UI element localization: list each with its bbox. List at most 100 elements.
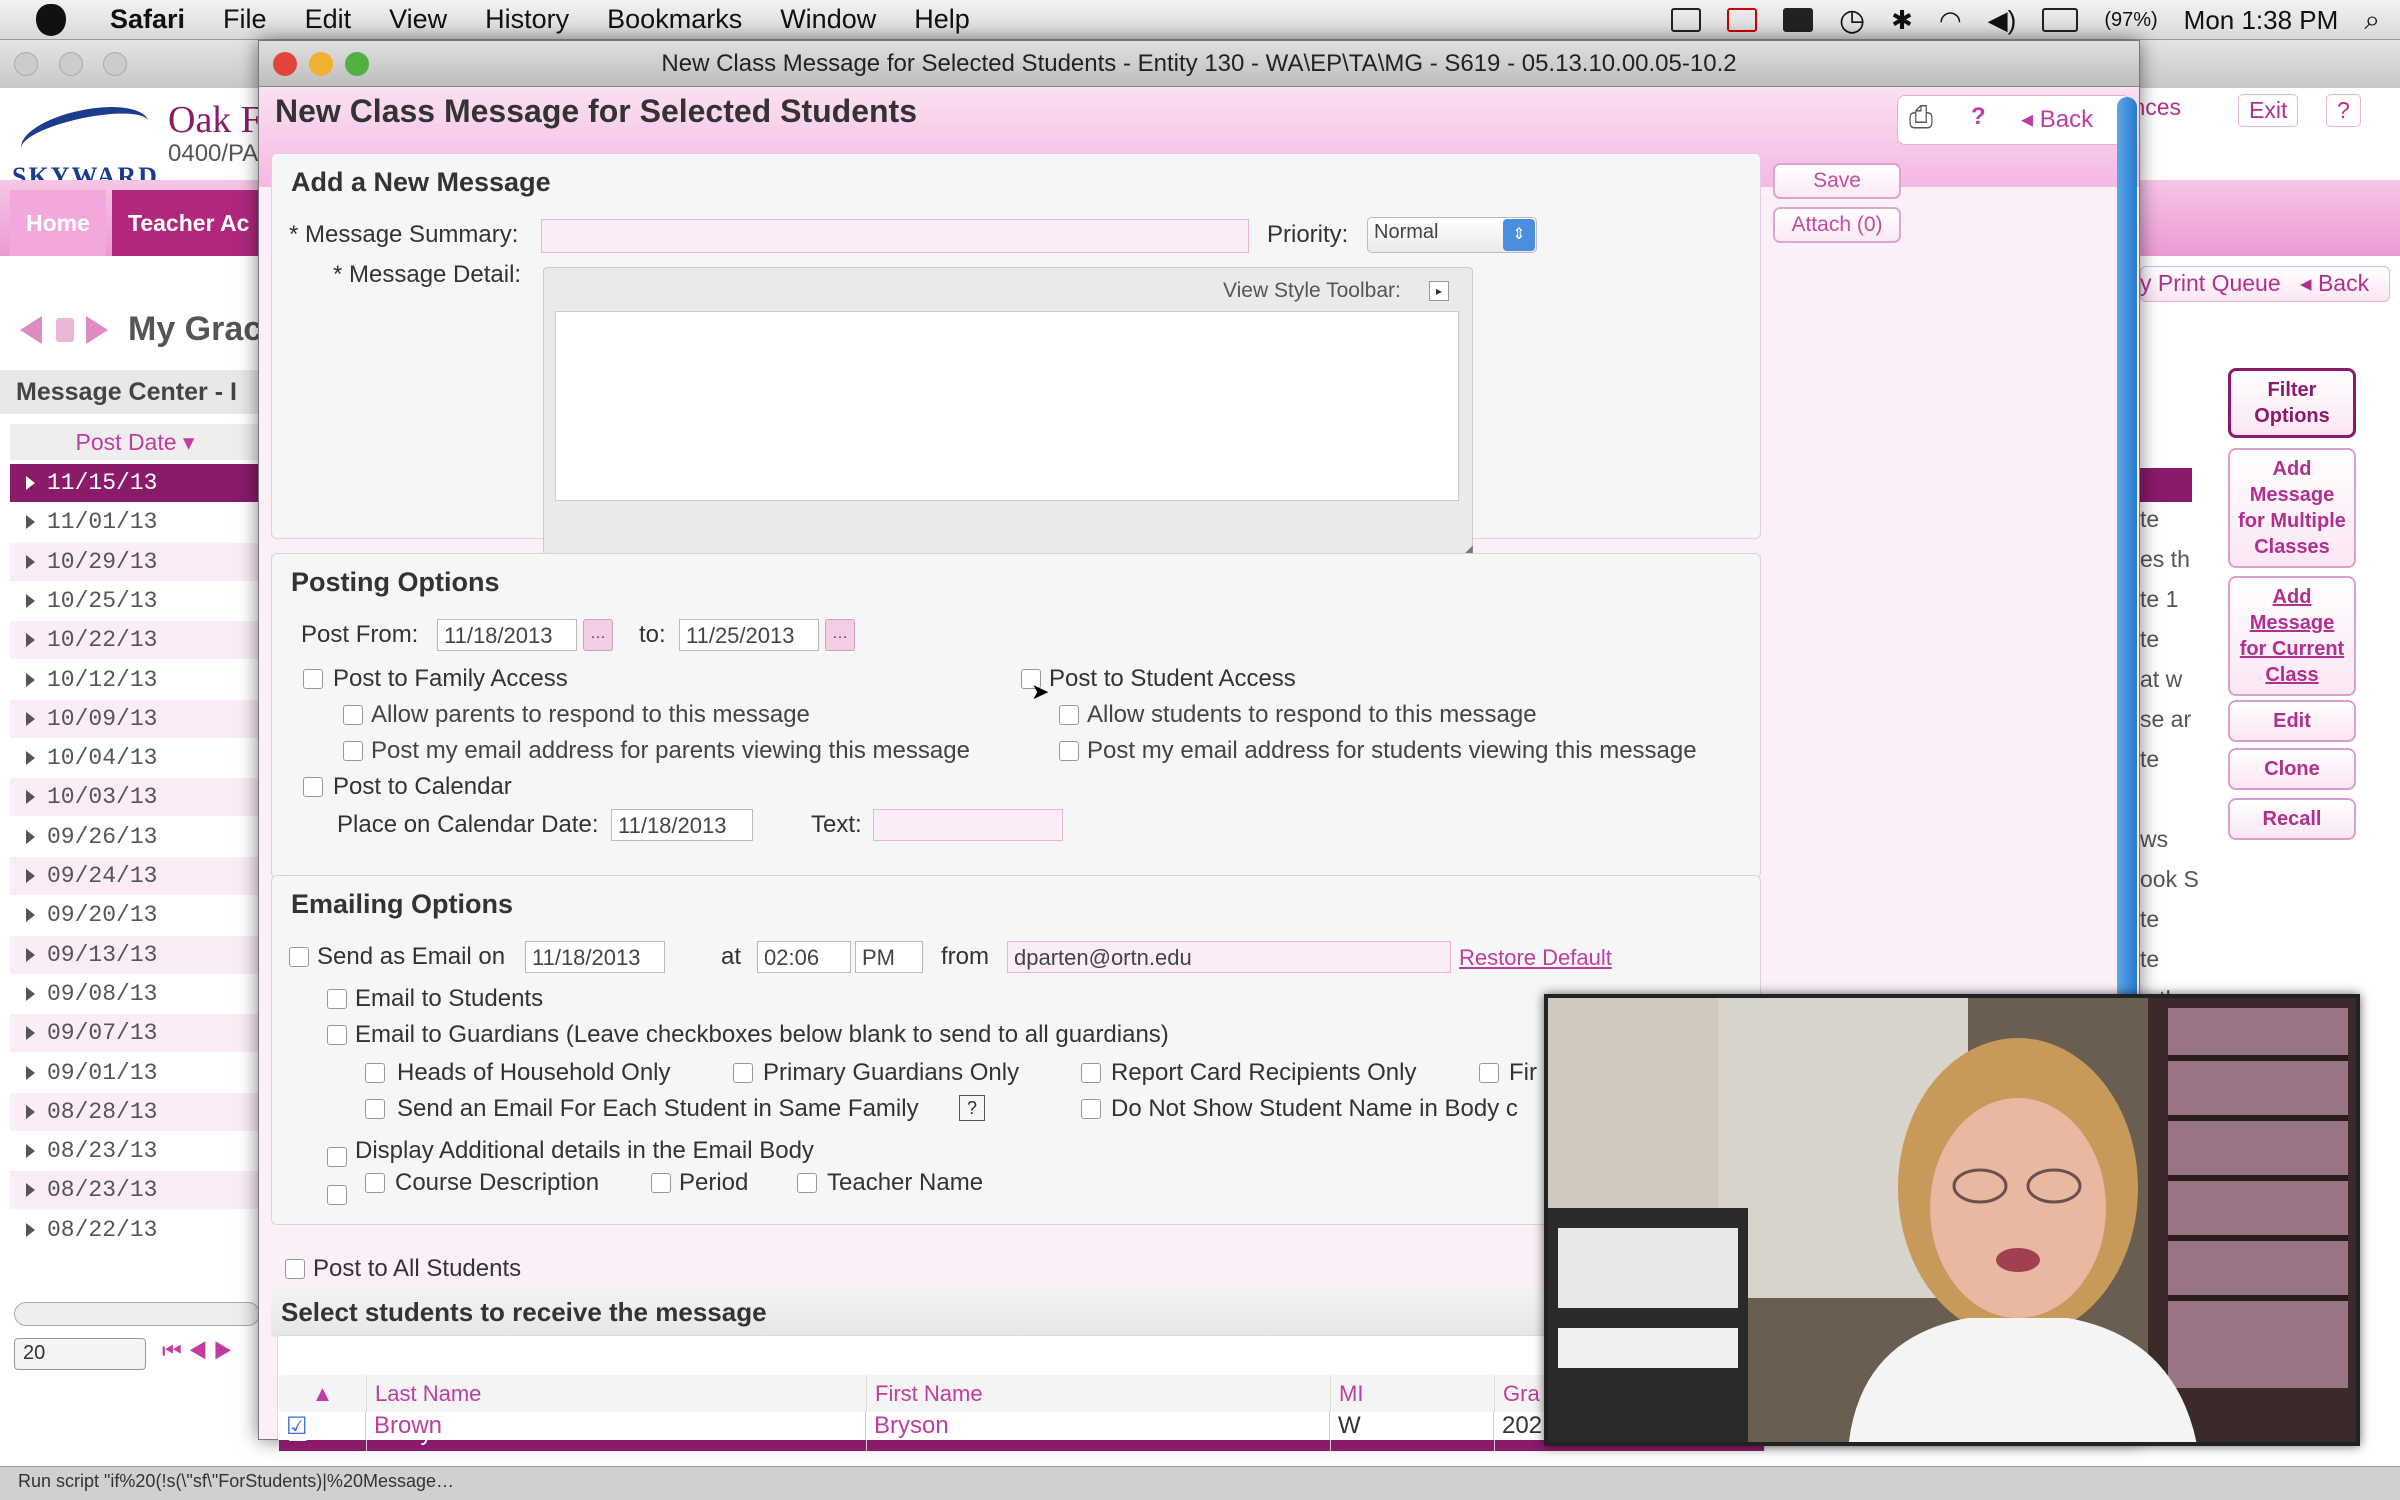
display-icon[interactable] — [1782, 8, 1813, 32]
primary-guardians-checkbox[interactable] — [733, 1063, 753, 1083]
expand-arrow-icon[interactable] — [26, 829, 35, 844]
recall-button[interactable]: Recall — [2228, 798, 2356, 840]
expand-arrow-icon[interactable] — [26, 947, 35, 962]
fir-checkbox[interactable] — [1479, 1063, 1499, 1083]
add-message-multiple-button[interactable]: Add Message for Multiple Classes — [2228, 448, 2356, 568]
exit-button[interactable]: Exit — [2238, 94, 2299, 127]
post-date-row[interactable]: 09/07/13 — [10, 1014, 260, 1053]
horizontal-scrollbar[interactable] — [14, 1302, 260, 1326]
post-date-row[interactable]: 08/22/13 — [10, 1210, 260, 1249]
edit-button[interactable]: Edit — [2228, 700, 2356, 742]
toolbar-toggle-icon[interactable]: ▸ — [1429, 281, 1449, 301]
message-summary-input[interactable] — [541, 219, 1249, 253]
menu-clock[interactable]: Mon 1:38 PM — [2184, 5, 2339, 36]
allow-parents-checkbox[interactable] — [343, 705, 363, 725]
page-size-select[interactable]: 20 — [14, 1338, 146, 1370]
menu-help[interactable]: Help — [914, 4, 970, 35]
post-date-row[interactable]: 10/29/13 — [10, 542, 260, 581]
expand-arrow-icon[interactable] — [26, 908, 35, 923]
post-date-row[interactable]: 10/22/13 — [10, 621, 260, 660]
additional-details-checkbox[interactable] — [327, 1185, 347, 1205]
bluetooth-icon[interactable]: ✱ — [1891, 5, 1913, 36]
post-date-row[interactable]: 08/28/13 — [10, 1092, 260, 1131]
expand-arrow-icon[interactable] — [26, 1104, 35, 1119]
menu-bookmarks[interactable]: Bookmarks — [607, 4, 742, 35]
menu-window[interactable]: Window — [780, 4, 876, 35]
expand-arrow-icon[interactable] — [26, 711, 35, 726]
expand-arrow-icon[interactable] — [26, 1026, 35, 1041]
email-students-checkbox[interactable] — [327, 989, 347, 1009]
pager-first-prev-icon[interactable]: ⏮◀▶ — [162, 1338, 239, 1364]
nav-tab-home[interactable]: Home — [10, 190, 106, 256]
post-date-row[interactable]: 09/01/13 — [10, 1053, 260, 1092]
grid-header-first-name[interactable]: First Name — [867, 1375, 1331, 1413]
post-date-row[interactable]: 09/13/13 — [10, 935, 260, 974]
post-date-row[interactable]: 08/23/13 — [10, 1171, 260, 1210]
home-small-icon[interactable] — [56, 318, 74, 342]
display-additional-checkbox[interactable] — [327, 1147, 347, 1167]
help-button[interactable]: ? — [2326, 94, 2361, 127]
prev-arrow-icon[interactable] — [20, 316, 42, 344]
email-guardians-checkbox[interactable] — [327, 1025, 347, 1045]
apple-menu-icon[interactable] — [36, 3, 66, 36]
dialog-close-icon[interactable] — [273, 52, 297, 76]
grid-sort-icon[interactable]: ▲ — [279, 1375, 367, 1413]
dialog-zoom-icon[interactable] — [345, 52, 369, 76]
attach-button[interactable]: Attach (0) — [1773, 207, 1901, 243]
screen-record-icon[interactable] — [1670, 8, 1701, 32]
calendar-date-input[interactable]: 11/18/2013 — [611, 809, 753, 841]
post-date-row[interactable]: 09/26/13 — [10, 817, 260, 856]
email-date-input[interactable]: 11/18/2013 — [525, 941, 665, 973]
grid-header-mi[interactable]: MI — [1331, 1375, 1495, 1413]
send-as-email-checkbox[interactable] — [289, 947, 309, 967]
close-app-icon[interactable] — [1726, 8, 1757, 32]
post-date-row[interactable]: 09/20/13 — [10, 896, 260, 935]
post-date-row[interactable]: 10/12/13 — [10, 660, 260, 699]
dialog-help-icon[interactable]: ? — [1971, 103, 1986, 131]
dialog-back-button[interactable]: ◂ Back — [2021, 105, 2093, 134]
expand-arrow-icon[interactable] — [26, 554, 35, 569]
save-button[interactable]: Save — [1773, 163, 1901, 199]
bg-minimize-icon[interactable] — [58, 52, 83, 76]
clone-button[interactable]: Clone — [2228, 748, 2356, 790]
email-time-input[interactable]: 02:06 — [757, 941, 851, 973]
expand-arrow-icon[interactable] — [26, 672, 35, 687]
priority-dropdown-icon[interactable]: ⇕ — [1503, 219, 1535, 251]
dialog-scrollbar[interactable] — [2117, 97, 2137, 1047]
next-arrow-icon[interactable] — [86, 316, 108, 344]
post-date-row[interactable]: 08/23/13 — [10, 1132, 260, 1171]
volume-icon[interactable]: ◀) — [1988, 5, 2017, 36]
period-checkbox[interactable] — [651, 1173, 671, 1193]
menu-file[interactable]: File — [223, 4, 267, 35]
time-machine-icon[interactable]: ◷ — [1839, 3, 1865, 38]
expand-arrow-icon[interactable] — [26, 515, 35, 530]
back-link-bg[interactable]: ◂ Back — [2300, 270, 2369, 297]
calendar-text-input[interactable] — [873, 809, 1063, 841]
post-to-input[interactable]: 11/25/2013 — [679, 619, 819, 651]
expand-arrow-icon[interactable] — [26, 751, 35, 766]
each-student-help-icon[interactable]: ? — [959, 1095, 985, 1121]
post-date-row[interactable]: 10/04/13 — [10, 739, 260, 778]
expand-arrow-icon[interactable] — [26, 986, 35, 1001]
expand-arrow-icon[interactable] — [26, 1222, 35, 1237]
print-icon[interactable]: ⎙ — [1909, 101, 1933, 135]
post-from-input[interactable]: 11/18/2013 — [437, 619, 577, 651]
from-email-input[interactable]: dparten@ortn.edu — [1007, 941, 1451, 973]
each-student-checkbox[interactable] — [365, 1099, 385, 1119]
expand-arrow-icon[interactable] — [26, 1144, 35, 1159]
hide-name-checkbox[interactable] — [1081, 1099, 1101, 1119]
grid-header-last-name[interactable]: Last Name — [367, 1375, 867, 1413]
print-queue-link[interactable]: y Print Queue — [2140, 270, 2281, 297]
report-card-checkbox[interactable] — [1081, 1063, 1101, 1083]
battery-icon[interactable] — [2042, 8, 2079, 32]
heads-household-checkbox[interactable] — [365, 1063, 385, 1083]
bg-close-icon[interactable] — [14, 52, 38, 76]
filter-options-button[interactable]: Filter Options — [2228, 368, 2356, 438]
email-ampm-select[interactable]: PM — [855, 941, 923, 973]
spotlight-search-icon[interactable]: ⌕ — [2364, 4, 2380, 37]
dialog-minimize-icon[interactable] — [309, 52, 333, 76]
grid-cell-first-name[interactable]: Bryson — [866, 1412, 1330, 1440]
message-detail-textarea[interactable] — [555, 311, 1459, 501]
menu-edit[interactable]: Edit — [305, 4, 352, 35]
allow-students-checkbox[interactable] — [1059, 705, 1079, 725]
